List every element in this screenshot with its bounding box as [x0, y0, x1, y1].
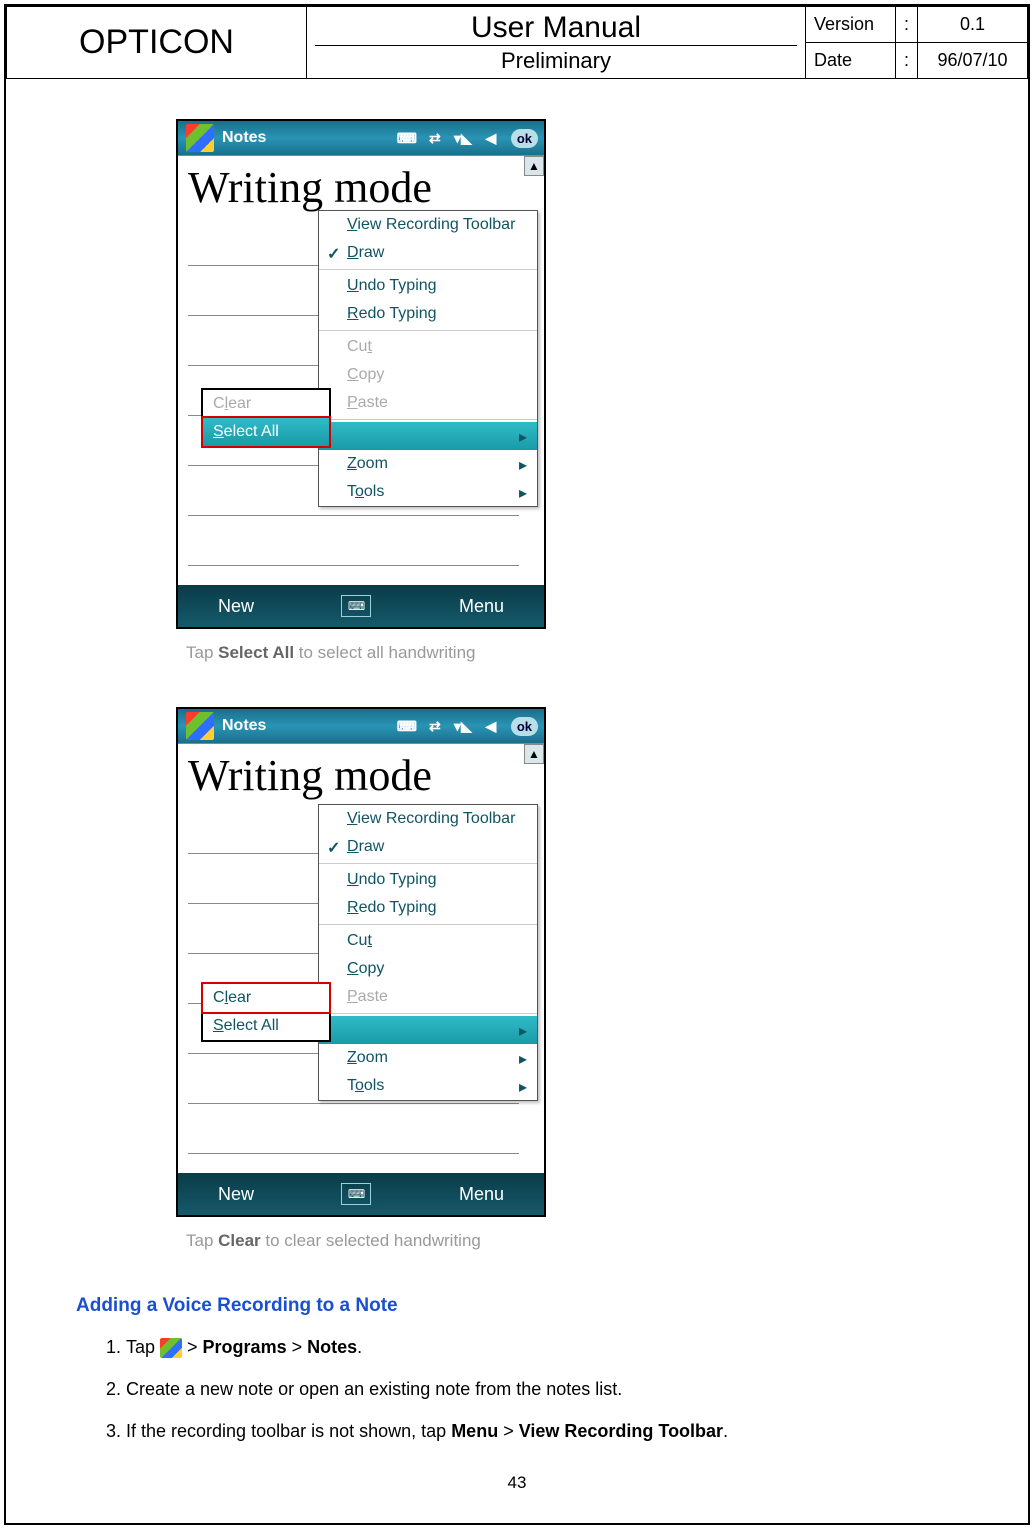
menu-draw[interactable]: Draw: [319, 833, 537, 861]
menu-view-recording-toolbar[interactable]: View Recording Toolbar: [319, 211, 537, 239]
menu-undo-typing[interactable]: Undo Typing: [319, 272, 537, 300]
submenu-clear: Clear: [203, 390, 329, 418]
ok-button[interactable]: ok: [511, 129, 538, 148]
start-icon: [160, 1338, 182, 1358]
version-label: Version: [805, 7, 895, 43]
signal-icon: ▾◣: [452, 127, 474, 149]
sync-icon: ⇄: [424, 715, 446, 737]
keyboard-x-icon: ⌨: [396, 127, 418, 149]
scroll-up-button[interactable]: ▲: [524, 156, 544, 176]
menu-zoom[interactable]: Zoom: [319, 450, 537, 478]
date-label: Date: [805, 43, 895, 79]
context-menu: View Recording Toolbar Draw Undo Typing …: [318, 210, 538, 507]
menu-tools[interactable]: Tools: [319, 478, 537, 506]
softkey-menu[interactable]: Menu: [459, 1184, 504, 1205]
menu-zoom[interactable]: Zoom: [319, 1044, 537, 1072]
start-icon[interactable]: [186, 712, 214, 740]
screenshot-1: Notes ⌨ ⇄ ▾◣ ◀ ok ▲ Writing mode View Re…: [176, 119, 546, 629]
softkey-bar: New ⌨ Menu: [178, 585, 544, 627]
handwriting-text: Writing mode: [188, 162, 432, 213]
menu-redo-typing[interactable]: Redo Typing: [319, 300, 537, 328]
date-value: 96/07/10: [918, 43, 1028, 79]
colon: :: [895, 43, 917, 79]
note-body[interactable]: ▲ Writing mode View Recording Toolbar Dr…: [178, 743, 544, 1173]
app-title: Notes: [222, 717, 266, 735]
submenu-select-all[interactable]: Select All: [203, 1012, 329, 1040]
title-cell: User Manual Preliminary: [307, 7, 806, 79]
screenshot-2: Notes ⌨ ⇄ ▾◣ ◀ ok ▲ Writing mode View Re…: [176, 707, 546, 1217]
signal-icon: ▾◣: [452, 715, 474, 737]
speaker-icon: ◀: [480, 715, 502, 737]
page-frame: OPTICON User Manual Preliminary Version …: [4, 4, 1030, 1525]
softkey-bar: New ⌨ Menu: [178, 1173, 544, 1215]
softkey-new[interactable]: New: [218, 1184, 254, 1205]
doc-title: User Manual: [315, 11, 797, 45]
menu-edit-submenu[interactable]: Clear Select All: [319, 422, 537, 450]
menu-paste: Paste: [319, 389, 537, 417]
caption-1: Tap Select All to select all handwriting: [186, 643, 958, 663]
menu-view-recording-toolbar[interactable]: View Recording Toolbar: [319, 805, 537, 833]
menu-redo-typing[interactable]: Redo Typing: [319, 894, 537, 922]
menu-tools[interactable]: Tools: [319, 1072, 537, 1100]
colon: :: [895, 7, 917, 43]
note-body[interactable]: ▲ Writing mode View Recording Toolbar Dr…: [178, 155, 544, 585]
steps-list: Tap > Programs > Notes. Create a new not…: [126, 1329, 958, 1449]
menu-copy: Copy: [319, 361, 537, 389]
menu-paste: Paste: [319, 983, 537, 1011]
menu-undo-typing[interactable]: Undo Typing: [319, 866, 537, 894]
menu-cut: Cut: [319, 333, 537, 361]
section-title: Adding a Voice Recording to a Note: [76, 1295, 958, 1317]
handwriting-text: Writing mode: [188, 750, 432, 801]
submenu-clear[interactable]: Clear: [203, 984, 329, 1012]
sync-icon: ⇄: [424, 127, 446, 149]
speaker-icon: ◀: [480, 127, 502, 149]
edit-submenu: Clear Select All: [201, 388, 331, 448]
menu-edit-submenu[interactable]: Clear Select All: [319, 1016, 537, 1044]
menu-copy[interactable]: Copy: [319, 955, 537, 983]
device-frame: Notes ⌨ ⇄ ▾◣ ◀ ok ▲ Writing mode View Re…: [176, 119, 546, 629]
step-2: Create a new note or open an existing no…: [126, 1371, 958, 1407]
step-1: Tap > Programs > Notes.: [126, 1329, 958, 1365]
keyboard-x-icon: ⌨: [396, 715, 418, 737]
titlebar: Notes ⌨ ⇄ ▾◣ ◀ ok: [178, 121, 544, 155]
page-number: 43: [76, 1473, 958, 1493]
step-3: If the recording toolbar is not shown, t…: [126, 1413, 958, 1449]
keyboard-icon[interactable]: ⌨: [341, 1183, 371, 1205]
menu-cut[interactable]: Cut: [319, 927, 537, 955]
caption-2: Tap Clear to clear selected handwriting: [186, 1231, 958, 1251]
doc-subtitle: Preliminary: [315, 45, 797, 74]
titlebar: Notes ⌨ ⇄ ▾◣ ◀ ok: [178, 709, 544, 743]
version-value: 0.1: [918, 7, 1028, 43]
softkey-menu[interactable]: Menu: [459, 596, 504, 617]
context-menu: View Recording Toolbar Draw Undo Typing …: [318, 804, 538, 1101]
doc-header: OPTICON User Manual Preliminary Version …: [6, 6, 1028, 79]
app-title: Notes: [222, 129, 266, 147]
start-icon[interactable]: [186, 124, 214, 152]
softkey-new[interactable]: New: [218, 596, 254, 617]
keyboard-icon[interactable]: ⌨: [341, 595, 371, 617]
content-area: Notes ⌨ ⇄ ▾◣ ◀ ok ▲ Writing mode View Re…: [6, 79, 1028, 1503]
menu-draw[interactable]: Draw: [319, 239, 537, 267]
brand-cell: OPTICON: [7, 7, 307, 79]
edit-submenu: Clear Select All: [201, 982, 331, 1042]
ok-button[interactable]: ok: [511, 717, 538, 736]
device-frame: Notes ⌨ ⇄ ▾◣ ◀ ok ▲ Writing mode View Re…: [176, 707, 546, 1217]
submenu-select-all[interactable]: Select All: [203, 418, 329, 446]
scroll-up-button[interactable]: ▲: [524, 744, 544, 764]
